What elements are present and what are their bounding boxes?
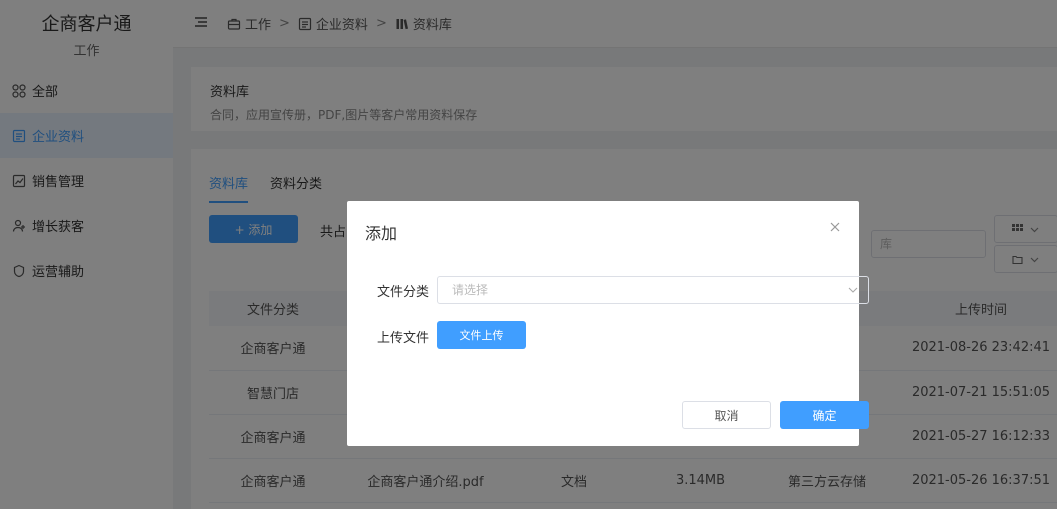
- confirm-button[interactable]: 确定: [780, 401, 869, 429]
- close-icon[interactable]: [829, 221, 841, 233]
- dialog-title: 添加: [365, 224, 398, 243]
- add-dialog: 添加 文件分类 请选择 上传文件 文件上传 取消 确定: [347, 201, 869, 446]
- cancel-button[interactable]: 取消: [682, 401, 771, 429]
- category-select[interactable]: 请选择: [437, 276, 869, 304]
- chevron-down-icon: [848, 287, 858, 293]
- file-upload-button[interactable]: 文件上传: [437, 321, 526, 349]
- category-placeholder: 请选择: [452, 283, 489, 297]
- category-label: 文件分类: [376, 285, 429, 300]
- upload-label: 上传文件: [376, 331, 429, 346]
